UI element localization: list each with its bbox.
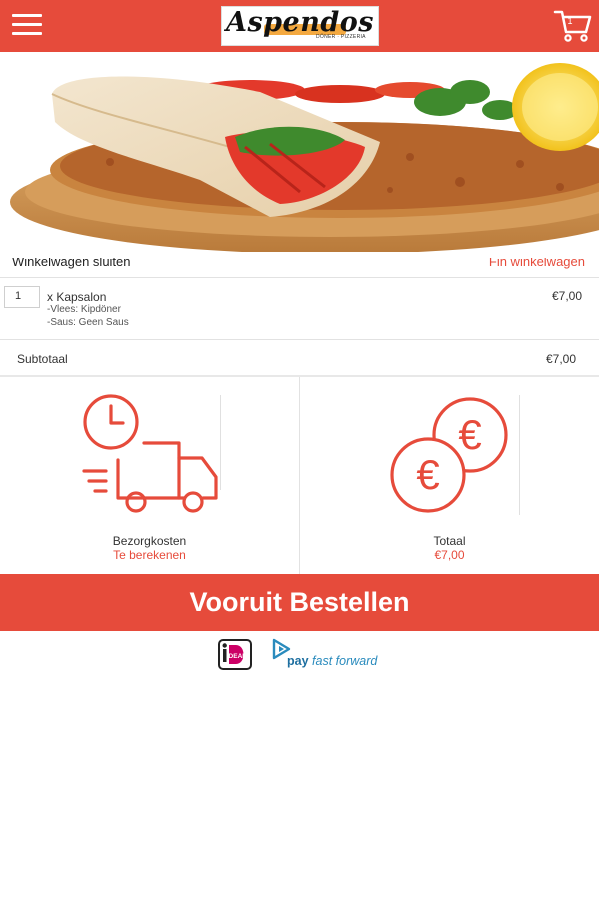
hero-food-image (0, 52, 599, 252)
total-value: €7,00 (434, 548, 465, 562)
payment-methods: iDEAL pay fast forward (0, 636, 599, 676)
top-app-bar: Aspendos DÖNER · PIZZERIA 1 (0, 0, 599, 52)
pay-fast-forward-logo: pay fast forward (271, 638, 391, 672)
cart-count-badge: 1 (567, 16, 573, 26)
ideal-logo-icon: iDEAL (218, 639, 252, 670)
item-price: €7,00 (551, 289, 582, 303)
pff-text: pay fast forward (287, 654, 377, 668)
total-label: Totaal (433, 534, 466, 548)
cart-button[interactable]: 1 (553, 8, 593, 44)
divider (0, 339, 599, 340)
delivery-cost-value: Te berekenen (113, 548, 186, 562)
order-ahead-button[interactable]: Vooruit Bestellen (0, 574, 599, 631)
svg-text:€: € (416, 451, 439, 498)
subtotal-row: Subtotaal €7,00 (0, 341, 599, 375)
svg-text:€: € (458, 411, 481, 458)
subtotal-value: €7,00 (545, 352, 576, 366)
overlap-mask (0, 252, 599, 258)
pff-rest-text: fast forward (312, 654, 378, 668)
delivery-cost-label: Bezorgkosten (112, 534, 187, 548)
logo-subtext: DÖNER · PIZZERIA (316, 34, 366, 40)
divider (0, 277, 599, 278)
panel-inner-divider (519, 395, 520, 515)
item-option-sauce: -Saus: Geen Saus (47, 317, 129, 328)
euro-coins-icon: € € (390, 397, 508, 513)
quantity-input[interactable]: 1 (4, 286, 40, 308)
ideal-text: iDEAL (227, 653, 247, 660)
menu-icon[interactable] (12, 12, 42, 38)
item-name: x Kapsalon (47, 290, 107, 304)
item-option-meat: -Vlees: Kipdöner (47, 304, 121, 315)
delivery-truck-clock-icon (82, 394, 218, 513)
cart-item-row: 1 x Kapsalon -Vlees: Kipdöner -Saus: Gee… (0, 279, 599, 339)
cart-header-row: Winkelwagen sluiten Fin winkelwagen (0, 252, 599, 276)
subtotal-label: Subtotaal (17, 352, 68, 366)
restaurant-logo[interactable]: Aspendos DÖNER · PIZZERIA (221, 6, 379, 46)
pff-pay-text: pay (287, 654, 309, 668)
cart-icon (553, 10, 592, 42)
summary-panels: € € Bezorgkosten Te berekenen Totaal €7,… (0, 377, 599, 574)
